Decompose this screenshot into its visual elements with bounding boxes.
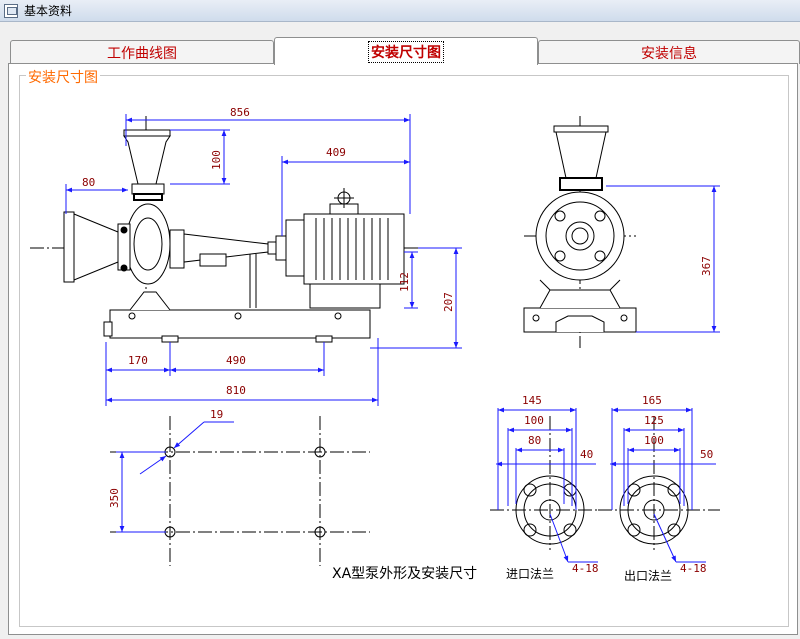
side-view-pump	[30, 116, 440, 343]
dim-350: 350	[108, 488, 121, 508]
outlet-flange-label: 出口法兰	[624, 569, 672, 583]
foundation-holes	[110, 416, 370, 566]
dim-810: 810	[226, 384, 246, 397]
dim-80: 80	[82, 176, 95, 189]
inlet-holes: 4-18	[572, 562, 599, 575]
group-legend: 安装尺寸图	[26, 67, 100, 87]
outlet-dim-100: 100	[644, 434, 664, 447]
tab-install-dimensions[interactable]: 安装尺寸图	[274, 37, 538, 65]
outlet-holes: 4-18	[680, 562, 707, 575]
inlet-dim-80: 80	[528, 434, 541, 447]
tab-strip: 工作曲线图 安装尺寸图 安装信息	[8, 37, 800, 65]
title-bar: 基本资料	[0, 0, 800, 22]
outlet-dim-125: 125	[644, 414, 664, 427]
front-view-pump	[523, 116, 637, 348]
dim-207: 207	[442, 292, 455, 312]
outlet-dim-50: 50	[700, 448, 713, 461]
dim-490: 490	[226, 354, 246, 367]
dim-409: 409	[326, 146, 346, 159]
tab-install-info[interactable]: 安装信息	[538, 40, 800, 64]
pump-drawing: 856 409 80 100 112 207 170 490 810 367 1…	[20, 86, 790, 626]
drawing-caption: XA型泵外形及安装尺寸	[332, 566, 477, 582]
dim-19: 19	[210, 408, 223, 421]
outlet-dim-165: 165	[642, 394, 662, 407]
dim-856: 856	[230, 106, 250, 119]
dim-170: 170	[128, 354, 148, 367]
inlet-flange-label: 进口法兰	[506, 567, 554, 581]
dim-100: 100	[210, 150, 223, 170]
window-title: 基本资料	[24, 4, 73, 18]
inlet-dim-145: 145	[522, 394, 542, 407]
app-window-icon	[4, 3, 18, 18]
inlet-dim-100: 100	[524, 414, 544, 427]
dim-367: 367	[700, 256, 713, 276]
inlet-dim-40: 40	[580, 448, 593, 461]
tab-work-curve[interactable]: 工作曲线图	[10, 40, 274, 64]
dim-112: 112	[398, 272, 411, 292]
